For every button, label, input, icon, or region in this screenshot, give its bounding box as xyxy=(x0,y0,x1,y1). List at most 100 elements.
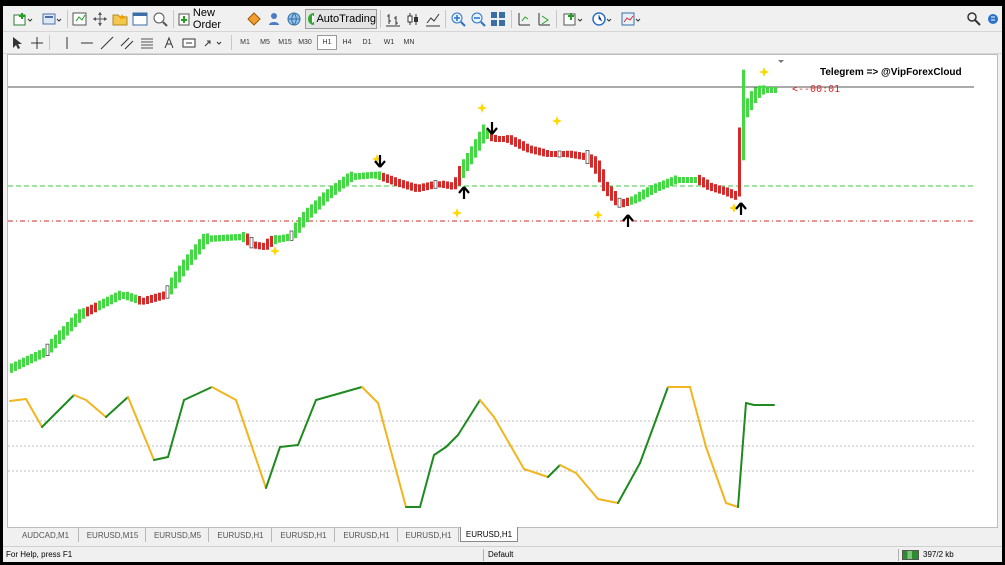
bull-candle xyxy=(770,87,773,93)
cursor-button[interactable] xyxy=(9,34,25,52)
strategy-tester-button[interactable] xyxy=(151,9,169,29)
auto-scroll-button[interactable] xyxy=(535,9,553,29)
equidistant-channel-button[interactable] xyxy=(119,34,135,52)
bear-candle xyxy=(722,186,725,195)
bear-candle xyxy=(734,190,737,200)
text-label-button[interactable] xyxy=(181,34,197,52)
bear-candle xyxy=(382,172,385,182)
profiles-icon xyxy=(42,13,62,25)
oscillator-line-segment xyxy=(479,399,495,418)
bear-candle xyxy=(538,147,541,156)
timeframe-m30-button[interactable]: M30 xyxy=(295,35,315,50)
vertical-line-button[interactable] xyxy=(59,34,75,52)
timeframe-m5-button[interactable]: M5 xyxy=(255,35,275,50)
toolbar-separator xyxy=(49,35,50,50)
current-bar-marker xyxy=(778,60,784,63)
bull-candle xyxy=(466,153,469,171)
auto-trading-label: AutoTrading xyxy=(316,13,376,25)
bull-candle xyxy=(682,177,685,183)
bull-candle xyxy=(366,172,369,179)
doji-candle xyxy=(433,180,438,189)
oscillator-line-segment xyxy=(361,386,379,404)
tile-windows-button[interactable] xyxy=(489,9,507,29)
signals-button[interactable] xyxy=(265,9,283,29)
oscillator-line-segment xyxy=(127,396,155,461)
telegram-watermark-text: Telegrem => @VipForexCloud xyxy=(820,67,962,78)
chart-shift-button[interactable] xyxy=(515,9,533,29)
bear-candle xyxy=(142,297,145,305)
timeframe-m15-button[interactable]: M15 xyxy=(275,35,295,50)
candlestick-chart-button[interactable] xyxy=(404,9,422,29)
horizontal-line-button[interactable] xyxy=(79,34,95,52)
terminal-button[interactable] xyxy=(131,9,149,29)
bear-candle xyxy=(418,184,421,192)
signal-star-marker xyxy=(477,103,487,113)
bull-candle xyxy=(358,172,361,180)
bear-candle xyxy=(154,293,157,302)
templates-button[interactable] xyxy=(618,9,646,29)
trendline-button[interactable] xyxy=(99,34,115,52)
zoom-out-button[interactable] xyxy=(469,9,487,29)
bear-candle xyxy=(446,181,449,189)
bull-candle xyxy=(646,187,649,198)
bull-candle xyxy=(98,300,101,311)
timeframe-h1-button[interactable]: H1 xyxy=(317,35,337,50)
timeframe-m1-button[interactable]: M1 xyxy=(235,35,255,50)
new-order-button[interactable]: New Order xyxy=(178,7,242,31)
bar-chart-button[interactable] xyxy=(384,9,402,29)
bull-candle xyxy=(370,171,373,179)
status-traffic-text: 397/2 kb xyxy=(923,550,954,559)
text-tool-button[interactable] xyxy=(161,34,177,52)
indicators-button[interactable] xyxy=(560,9,588,29)
bull-candle xyxy=(174,271,177,289)
search-button[interactable] xyxy=(965,9,983,29)
navigator-button[interactable] xyxy=(111,9,129,29)
chart-tab[interactable]: EURUSD,M15 xyxy=(80,528,146,542)
periods-button[interactable] xyxy=(589,9,617,29)
timeframe-h4-button[interactable]: H4 xyxy=(337,35,357,50)
bull-candle xyxy=(302,211,305,228)
chart-tab[interactable]: EURUSD,H1 xyxy=(399,528,459,542)
timeframe-w1-button[interactable]: W1 xyxy=(379,35,399,50)
chart-tab[interactable]: EURUSD,H1 xyxy=(210,528,272,542)
signal-person-icon xyxy=(269,13,279,25)
bull-candle xyxy=(134,294,137,304)
zoom-in-button[interactable] xyxy=(449,9,467,29)
toolbar-separator xyxy=(511,10,512,28)
bull-candle xyxy=(338,179,341,192)
market-button[interactable] xyxy=(285,9,303,29)
bull-candle xyxy=(298,217,301,233)
chart-tab[interactable]: EURUSD,M5 xyxy=(147,528,209,542)
status-help-text: For Help, press F1 xyxy=(6,550,73,559)
bear-candle xyxy=(554,151,557,157)
auto-trading-button[interactable]: AutoTrading xyxy=(305,9,377,29)
timeframe-mn-button[interactable]: MN xyxy=(399,35,419,50)
line-chart-button[interactable] xyxy=(424,9,442,29)
data-window-button[interactable] xyxy=(91,9,109,29)
doji-candle xyxy=(249,236,254,249)
bull-candle xyxy=(214,235,217,242)
bear-candle xyxy=(454,177,457,190)
bull-candle xyxy=(62,326,65,340)
chart-tab[interactable]: EURUSD,H1 xyxy=(273,528,335,542)
market-watch-button[interactable] xyxy=(71,9,89,29)
bull-candle xyxy=(114,292,117,303)
fibonacci-button[interactable] xyxy=(139,34,155,52)
oscillator-line-segment xyxy=(25,398,43,428)
bull-candle xyxy=(38,350,41,360)
community-button[interactable] xyxy=(985,9,1001,29)
chart-tab[interactable]: AUDCAD,M1 xyxy=(13,528,79,542)
expert-advisors-button[interactable] xyxy=(245,9,263,29)
timeframe-d1-button[interactable]: D1 xyxy=(357,35,377,50)
price-chart[interactable]: Telegrem => @VipForexCloud <--00:01 xyxy=(7,54,998,528)
bull-candle xyxy=(762,85,765,95)
crosshair-button[interactable] xyxy=(29,34,45,52)
bull-candle xyxy=(658,182,661,192)
bear-candle xyxy=(494,134,497,142)
arrows-dropdown-button[interactable] xyxy=(201,34,225,52)
profiles-button[interactable] xyxy=(39,9,65,29)
bull-candle xyxy=(638,191,641,202)
chart-tab[interactable]: EURUSD,H1 xyxy=(336,528,398,542)
new-chart-button[interactable] xyxy=(9,9,37,29)
chart-tab[interactable]: EURUSD,H1 xyxy=(460,527,518,542)
